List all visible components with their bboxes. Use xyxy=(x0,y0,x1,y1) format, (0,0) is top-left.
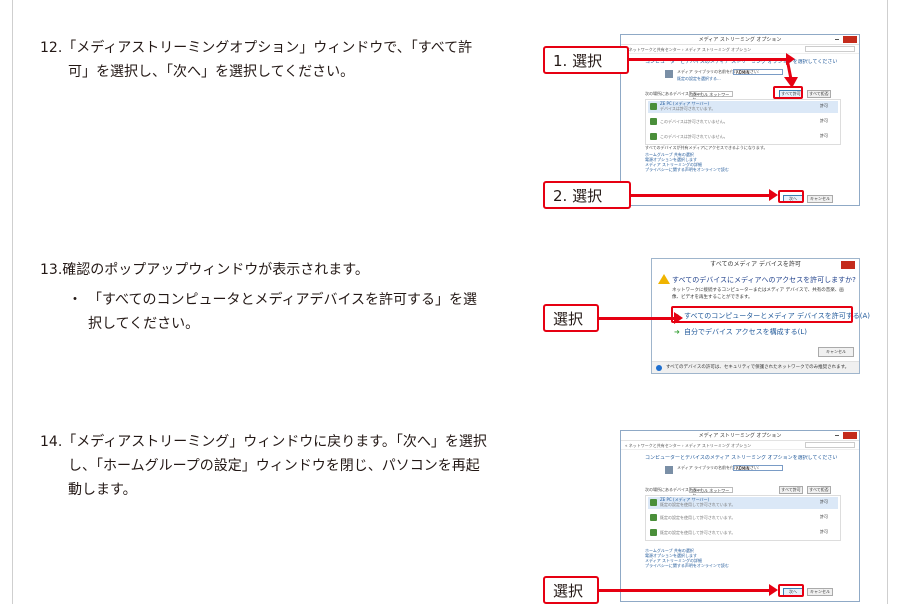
dialog-cancel-button[interactable]: キャンセル xyxy=(818,347,854,357)
step-13: 13.確認のポップアップウィンドウが表示されます。 ・「すべてのコンピュータとメ… xyxy=(40,258,510,336)
step-14: 14.「メディアストリーミング」ウィンドウに戻ります。「次へ」を選択 し、「ホー… xyxy=(40,430,510,502)
block-all-button[interactable]: すべて拒否 xyxy=(807,90,831,98)
warning-icon xyxy=(658,274,670,284)
allow-checkbox[interactable]: 許可 xyxy=(820,133,828,139)
library-icon xyxy=(665,466,673,474)
arrow-select-dialog xyxy=(599,312,683,324)
step-number: 14. xyxy=(40,434,63,450)
step-13-bullet-cont: 択してください。 xyxy=(88,316,200,332)
step-12-line2: 可」を選択し、「次へ」を選択してください。 xyxy=(68,64,355,80)
library-name-field[interactable]: ADMIN xyxy=(733,69,783,75)
highlight-allow-all-option xyxy=(671,306,853,323)
show-devices-dropdown[interactable]: ローカル ネットワーク xyxy=(689,91,733,102)
show-devices-dropdown[interactable]: ローカル ネットワーク xyxy=(689,487,733,498)
close-icon[interactable] xyxy=(843,36,857,43)
device-row[interactable]: このデバイスは許可されていません。 許可 xyxy=(648,131,838,143)
step-12-line1: 12.「メディアストリーミングオプション」ウィンドウで、「すべて許 xyxy=(40,40,473,56)
step-14-line3: 動します。 xyxy=(68,482,137,498)
device-icon xyxy=(650,514,657,521)
allow-checkbox[interactable]: 許可 xyxy=(820,118,828,124)
address-bar[interactable]: « ネットワークと共有センター › メディア ストリーミング オプション xyxy=(621,441,859,450)
dialog-titlebar: すべてのメディア デバイスを許可 xyxy=(652,259,859,271)
device-row[interactable]: このデバイスは許可されていません。 許可 xyxy=(648,116,838,128)
library-default-link[interactable]: 既定の設定を選択する... xyxy=(677,76,721,82)
arrow-down-select-1 xyxy=(784,59,798,88)
device-icon xyxy=(650,118,657,125)
device-row[interactable]: ZE PC (メディア サーバー) 既定の設定を使用して許可されています。 許可 xyxy=(648,497,838,509)
dialog-question: すべてのデバイスにメディアへのアクセスを許可しますか? xyxy=(672,276,856,284)
allow-checkbox[interactable]: 許可 xyxy=(820,499,828,505)
step-13-line1: 13.確認のポップアップウィンドウが表示されます。 xyxy=(40,262,369,278)
minimize-icon[interactable] xyxy=(835,39,839,40)
arrow-select-next xyxy=(599,584,778,596)
allow-all-button[interactable]: すべて許可 xyxy=(779,486,803,494)
highlight-next-2 xyxy=(778,584,804,597)
left-border xyxy=(12,0,13,604)
callout-select-1: 1. 選択 xyxy=(543,46,629,74)
highlight-next-1 xyxy=(778,190,804,203)
step-number: 12. xyxy=(40,40,63,56)
right-border xyxy=(887,0,888,604)
allow-checkbox[interactable]: 許可 xyxy=(820,103,828,109)
device-icon xyxy=(650,133,657,140)
allow-checkbox[interactable]: 許可 xyxy=(820,514,828,520)
configure-option[interactable]: ➜ 自分でデバイス アクセスを構成する(L) xyxy=(674,327,807,337)
device-footer-note: すべてのデバイスが共有メディアにアクセスできるようになります。 xyxy=(645,145,768,150)
window-heading: コンピューターとデバイスのメディア ストリーミング オプションを選択してください xyxy=(645,455,838,461)
callout-select-2: 2. 選択 xyxy=(543,181,631,209)
cancel-button[interactable]: キャンセル xyxy=(807,195,833,203)
device-icon xyxy=(650,103,657,110)
close-icon[interactable] xyxy=(841,261,855,269)
step-14-line2: し、「ホームグループの設定」ウィンドウを閉じ、パソコンを再起 xyxy=(68,458,480,474)
allow-checkbox[interactable]: 許可 xyxy=(820,529,828,535)
library-name-field[interactable]: ADMIN xyxy=(733,465,783,471)
link-privacy[interactable]: プライバシーに関する声明をオンラインで読む xyxy=(645,563,729,569)
callout-select-next: 選択 xyxy=(543,576,599,604)
media-streaming-window-2: メディア ストリーミング オプション « ネットワークと共有センター › メディ… xyxy=(620,430,860,602)
device-icon xyxy=(650,499,657,506)
device-list: ZE PC (メディア サーバー) 既定の設定を使用して許可されています。 許可… xyxy=(645,495,841,541)
device-row[interactable]: 既定の設定を使用して許可されています。 許可 xyxy=(648,512,838,524)
window-titlebar: メディア ストリーミング オプション xyxy=(621,35,859,45)
device-row[interactable]: 既定の設定を使用して許可されています。 許可 xyxy=(648,527,838,539)
search-box[interactable] xyxy=(805,442,855,448)
dialog-footer: すべてのデバイスの許可は、セキュリティで保護されたネットワークでのみ推奨されます… xyxy=(652,361,859,373)
search-box[interactable] xyxy=(805,46,855,52)
info-icon xyxy=(656,365,662,371)
close-icon[interactable] xyxy=(843,432,857,439)
library-icon xyxy=(665,70,673,78)
arrow-select-2 xyxy=(631,189,778,201)
device-icon xyxy=(650,529,657,536)
address-bar[interactable]: « ネットワークと共有センター › メディア ストリーミング オプション xyxy=(621,45,859,54)
step-number: 13. xyxy=(40,262,63,278)
device-row[interactable]: ZE PC (メディア サーバー) デバイスは許可されています。 許可 xyxy=(648,101,838,113)
device-list: ZE PC (メディア サーバー) デバイスは許可されています。 許可 このデバ… xyxy=(645,99,841,145)
step-12: 12.「メディアストリーミングオプション」ウィンドウで、「すべて許 可」を選択し… xyxy=(40,36,510,84)
minimize-icon[interactable] xyxy=(835,435,839,436)
link-privacy[interactable]: プライバシーに関する声明をオンラインで読む xyxy=(645,167,729,173)
arrow-select-1 xyxy=(629,53,795,65)
step-13-bullet: ・「すべてのコンピュータとメディアデバイスを許可する」を選 xyxy=(68,292,478,308)
window-titlebar: メディア ストリーミング オプション xyxy=(621,431,859,441)
dialog-description: ネットワークに接続するコンピューターまたはメディア デバイスで、共有の音楽、画像… xyxy=(672,288,844,300)
arrow-right-icon: ➜ xyxy=(674,328,680,336)
callout-select-dialog: 選択 xyxy=(543,304,599,332)
block-all-button[interactable]: すべて拒否 xyxy=(807,486,831,494)
cancel-button[interactable]: キャンセル xyxy=(807,588,833,596)
step-14-line1: 14.「メディアストリーミング」ウィンドウに戻ります。「次へ」を選択 xyxy=(40,434,487,450)
